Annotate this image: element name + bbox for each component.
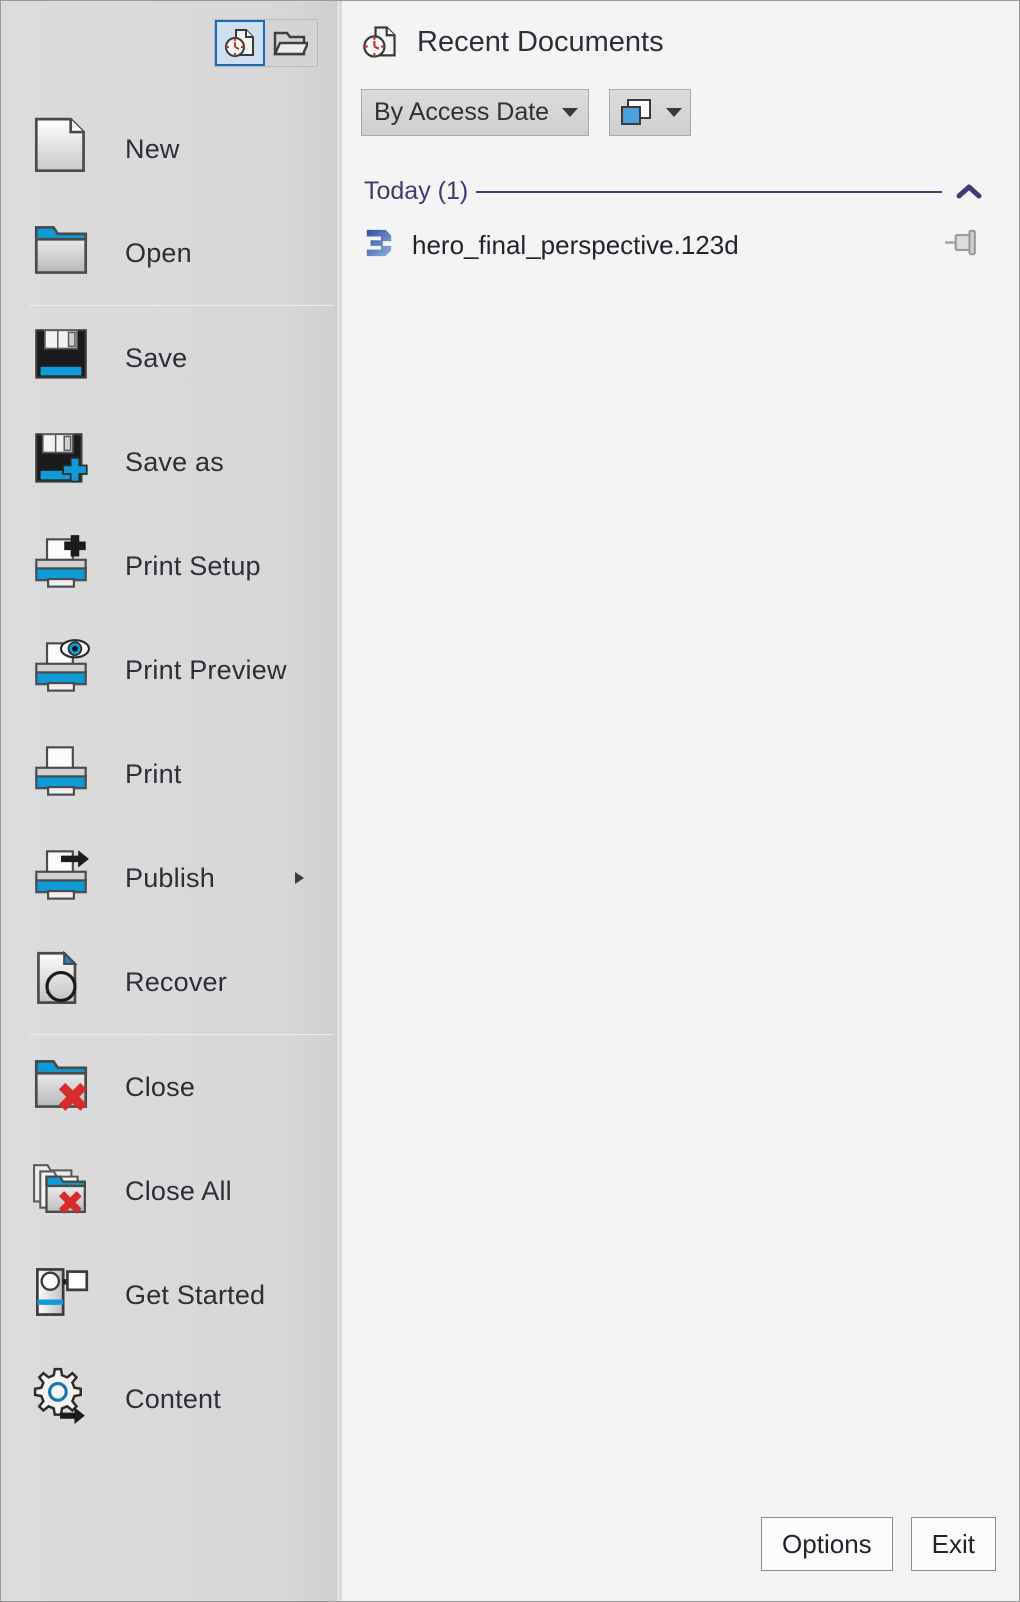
open-folder-icon xyxy=(273,31,308,56)
menu-item-label: Close xyxy=(125,1071,196,1102)
application-menu-window: New Open Save Save as Print Setup Print Previ… xyxy=(0,0,1020,1602)
folders-close-icon xyxy=(29,1159,101,1223)
recent-documents-header: Recent Documents xyxy=(361,23,664,61)
group-label: Today (1) xyxy=(364,177,469,205)
floppy-disk-icon xyxy=(35,329,87,379)
menu-item-print-setup[interactable]: Print Setup xyxy=(1,514,336,618)
new-document-icon xyxy=(34,117,85,173)
menu-item-save-as[interactable]: Save as xyxy=(1,410,336,514)
recent-documents-toolbar: By Access Date xyxy=(361,89,691,136)
projector-icon xyxy=(36,1268,89,1316)
recent-file-name: hero_final_perspective.123d xyxy=(412,229,739,260)
floppy-disk-icon xyxy=(29,326,101,390)
printer-icon xyxy=(35,746,87,796)
menu-item-publish[interactable]: Publish xyxy=(1,826,336,930)
menu-item-label: Save as xyxy=(125,446,224,477)
left-menu-panel: New Open Save Save as Print Setup Print Previ… xyxy=(1,1,339,1601)
folders-close-icon xyxy=(33,1164,86,1214)
gear-arrow-icon xyxy=(33,1367,85,1424)
menu-item-label: Print xyxy=(125,758,182,789)
submenu-arrow-icon xyxy=(295,872,304,884)
sort-order-select[interactable]: By Access Date xyxy=(361,89,589,136)
menu-item-label: Print Preview xyxy=(125,654,287,685)
exit-button[interactable]: Exit xyxy=(910,1517,996,1571)
chevron-down-icon xyxy=(562,108,578,117)
open-documents-tab[interactable] xyxy=(265,20,315,66)
menu-item-print-preview[interactable]: Print Preview xyxy=(1,618,336,722)
group-header-today[interactable]: Today (1) xyxy=(364,177,984,206)
menu-item-label: Content xyxy=(125,1383,221,1414)
menu-item-label: Print Setup xyxy=(125,550,261,581)
menu-item-print[interactable]: Print xyxy=(1,722,336,826)
sort-order-value: By Access Date xyxy=(374,98,550,126)
page-title: Recent Documents xyxy=(417,25,664,58)
open-folder-icon xyxy=(29,221,101,285)
pin-icon[interactable] xyxy=(944,229,978,261)
menu-item-close-all[interactable]: Close All xyxy=(1,1139,336,1243)
projector-icon xyxy=(29,1263,101,1327)
menu-item-label: Open xyxy=(125,237,192,268)
menu-item-content[interactable]: Content xyxy=(1,1347,336,1451)
chevron-down-icon xyxy=(665,108,682,117)
pin-icon xyxy=(945,229,976,256)
recent-file-item[interactable]: hero_final_perspective.123d xyxy=(364,219,984,271)
menu-item-label: Save xyxy=(125,342,188,373)
menu-item-new[interactable]: New xyxy=(1,97,336,201)
printer-arrow-icon xyxy=(29,846,101,910)
menu-item-label: Publish xyxy=(125,862,215,893)
document-recover-icon xyxy=(29,950,101,1014)
options-button[interactable]: Options xyxy=(761,1517,893,1571)
menu-item-save[interactable]: Save xyxy=(1,306,336,410)
recent-files-list: hero_final_perspective.123d xyxy=(364,219,984,271)
menu-item-label: Close All xyxy=(125,1175,232,1206)
123d-file-icon xyxy=(366,229,392,256)
group-divider xyxy=(476,190,942,193)
floppy-disk-plus-icon xyxy=(35,433,88,483)
recent-documents-panel: Recent Documents By Access Date Today (1… xyxy=(342,1,1019,1601)
menu-item-recover[interactable]: Recover xyxy=(1,930,336,1034)
chevron-up-icon[interactable] xyxy=(954,181,984,203)
menu-item-label: Recover xyxy=(125,966,227,997)
printer-eye-icon xyxy=(35,639,90,692)
new-document-icon xyxy=(29,117,101,181)
printer-plus-icon xyxy=(35,535,87,588)
printer-icon xyxy=(29,742,101,806)
menu-item-get-started[interactable]: Get Started xyxy=(1,1243,336,1347)
printer-plus-icon xyxy=(29,534,101,598)
menu-item-close[interactable]: Close xyxy=(1,1035,336,1139)
menu-item-open[interactable]: Open xyxy=(1,201,336,305)
folder-close-icon xyxy=(34,1060,88,1111)
menu-item-label: Get Started xyxy=(125,1279,266,1310)
printer-eye-icon xyxy=(29,638,101,702)
123d-file-icon xyxy=(364,226,394,265)
open-folder-icon xyxy=(34,226,88,274)
recent-documents-tab[interactable] xyxy=(215,20,265,66)
document-view-tabs xyxy=(214,19,318,67)
gear-arrow-icon xyxy=(29,1367,101,1431)
recent-documents-icon xyxy=(363,26,396,58)
menu-item-label: New xyxy=(125,133,180,164)
file-menu-list: New Open Save Save as Print Setup Print Previ… xyxy=(1,97,336,1451)
dialog-buttons: Options Exit xyxy=(761,1517,996,1571)
document-recover-icon xyxy=(37,950,78,1004)
recent-documents-icon xyxy=(225,29,254,57)
grouping-select[interactable] xyxy=(609,89,691,136)
folder-close-icon xyxy=(29,1055,101,1119)
window-group-icon xyxy=(620,98,651,125)
floppy-disk-plus-icon xyxy=(29,430,101,494)
printer-arrow-icon xyxy=(35,850,89,900)
